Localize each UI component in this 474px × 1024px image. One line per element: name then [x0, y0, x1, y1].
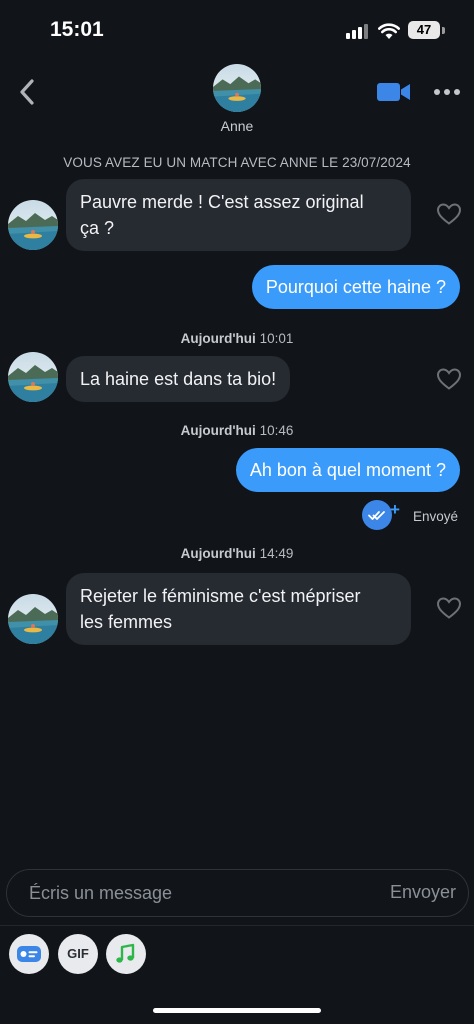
- battery-icon: 47: [408, 21, 440, 39]
- timestamp-time: 10:01: [259, 331, 294, 346]
- message-composer: Envoyer: [6, 869, 469, 917]
- wifi-icon: [378, 23, 400, 39]
- profile-card-icon: [17, 946, 41, 962]
- message-line: les femmes: [80, 612, 173, 632]
- timestamp-time: 10:46: [259, 423, 294, 438]
- send-button[interactable]: Envoyer: [390, 882, 456, 903]
- status-time: 15:01: [50, 18, 104, 41]
- divider: [0, 925, 474, 926]
- timestamp: Aujourd'hui 10:46: [0, 423, 474, 438]
- match-notice: VOUS AVEZ EU UN MATCH AVEC ANNE LE 23/07…: [63, 155, 411, 170]
- sender-avatar[interactable]: [8, 352, 58, 402]
- plus-icon: +: [390, 500, 400, 519]
- avatar-photo: [8, 352, 58, 402]
- gif-button[interactable]: GIF: [58, 934, 98, 974]
- message-line: Pauvre merde ! C'est assez original: [80, 192, 364, 212]
- heart-icon[interactable]: [436, 367, 462, 391]
- outgoing-message-bubble[interactable]: Pourquoi cette haine ?: [251, 265, 460, 309]
- chat-header: Anne: [0, 60, 474, 140]
- battery-tip: [442, 27, 445, 34]
- cellular-signal-icon: [346, 23, 370, 39]
- checkmarks: [368, 511, 385, 520]
- timestamp-day: Aujourd'hui: [180, 423, 256, 438]
- heart-icon[interactable]: [436, 202, 462, 226]
- incoming-message-bubble[interactable]: La haine est dans ta bio!: [66, 356, 291, 402]
- heart-icon[interactable]: [436, 596, 462, 620]
- sender-avatar[interactable]: [8, 594, 58, 644]
- sender-avatar[interactable]: [8, 200, 58, 250]
- battery-level: 47: [416, 22, 432, 37]
- match-avatar[interactable]: [213, 64, 261, 112]
- back-chevron-icon[interactable]: [14, 76, 42, 108]
- sent-status-label: Envoyé: [413, 509, 459, 524]
- timestamp: Aujourd'hui 14:49: [0, 546, 474, 561]
- home-indicator: [153, 1008, 321, 1013]
- profile-card-button[interactable]: [9, 934, 49, 974]
- music-note-icon: [116, 943, 135, 963]
- double-check-icon: [362, 500, 392, 530]
- video-call-icon[interactable]: [376, 80, 412, 104]
- timestamp-time: 14:49: [259, 546, 294, 561]
- timestamp-day: Aujourd'hui: [180, 331, 256, 346]
- message-line: ça ?: [80, 218, 115, 238]
- avatar-photo: [8, 594, 58, 644]
- status-bar: 15:01 47: [0, 0, 474, 60]
- timestamp: Aujourd'hui 10:01: [0, 331, 474, 346]
- incoming-message-bubble[interactable]: Pauvre merde ! C'est assez original ça ?: [66, 179, 411, 251]
- match-name: Anne: [220, 118, 254, 134]
- message-input[interactable]: [29, 870, 369, 916]
- message-line: Rejeter le féminisme c'est mépriser: [80, 586, 361, 606]
- timestamp-day: Aujourd'hui: [180, 546, 256, 561]
- outgoing-message-bubble[interactable]: Ah bon à quel moment ?: [235, 448, 460, 492]
- incoming-message-bubble[interactable]: Rejeter le féminisme c'est mépriser les …: [66, 573, 411, 645]
- avatar-photo: [213, 64, 261, 112]
- music-button[interactable]: [106, 934, 146, 974]
- avatar-photo: [8, 200, 58, 250]
- more-dots-icon[interactable]: [432, 80, 462, 104]
